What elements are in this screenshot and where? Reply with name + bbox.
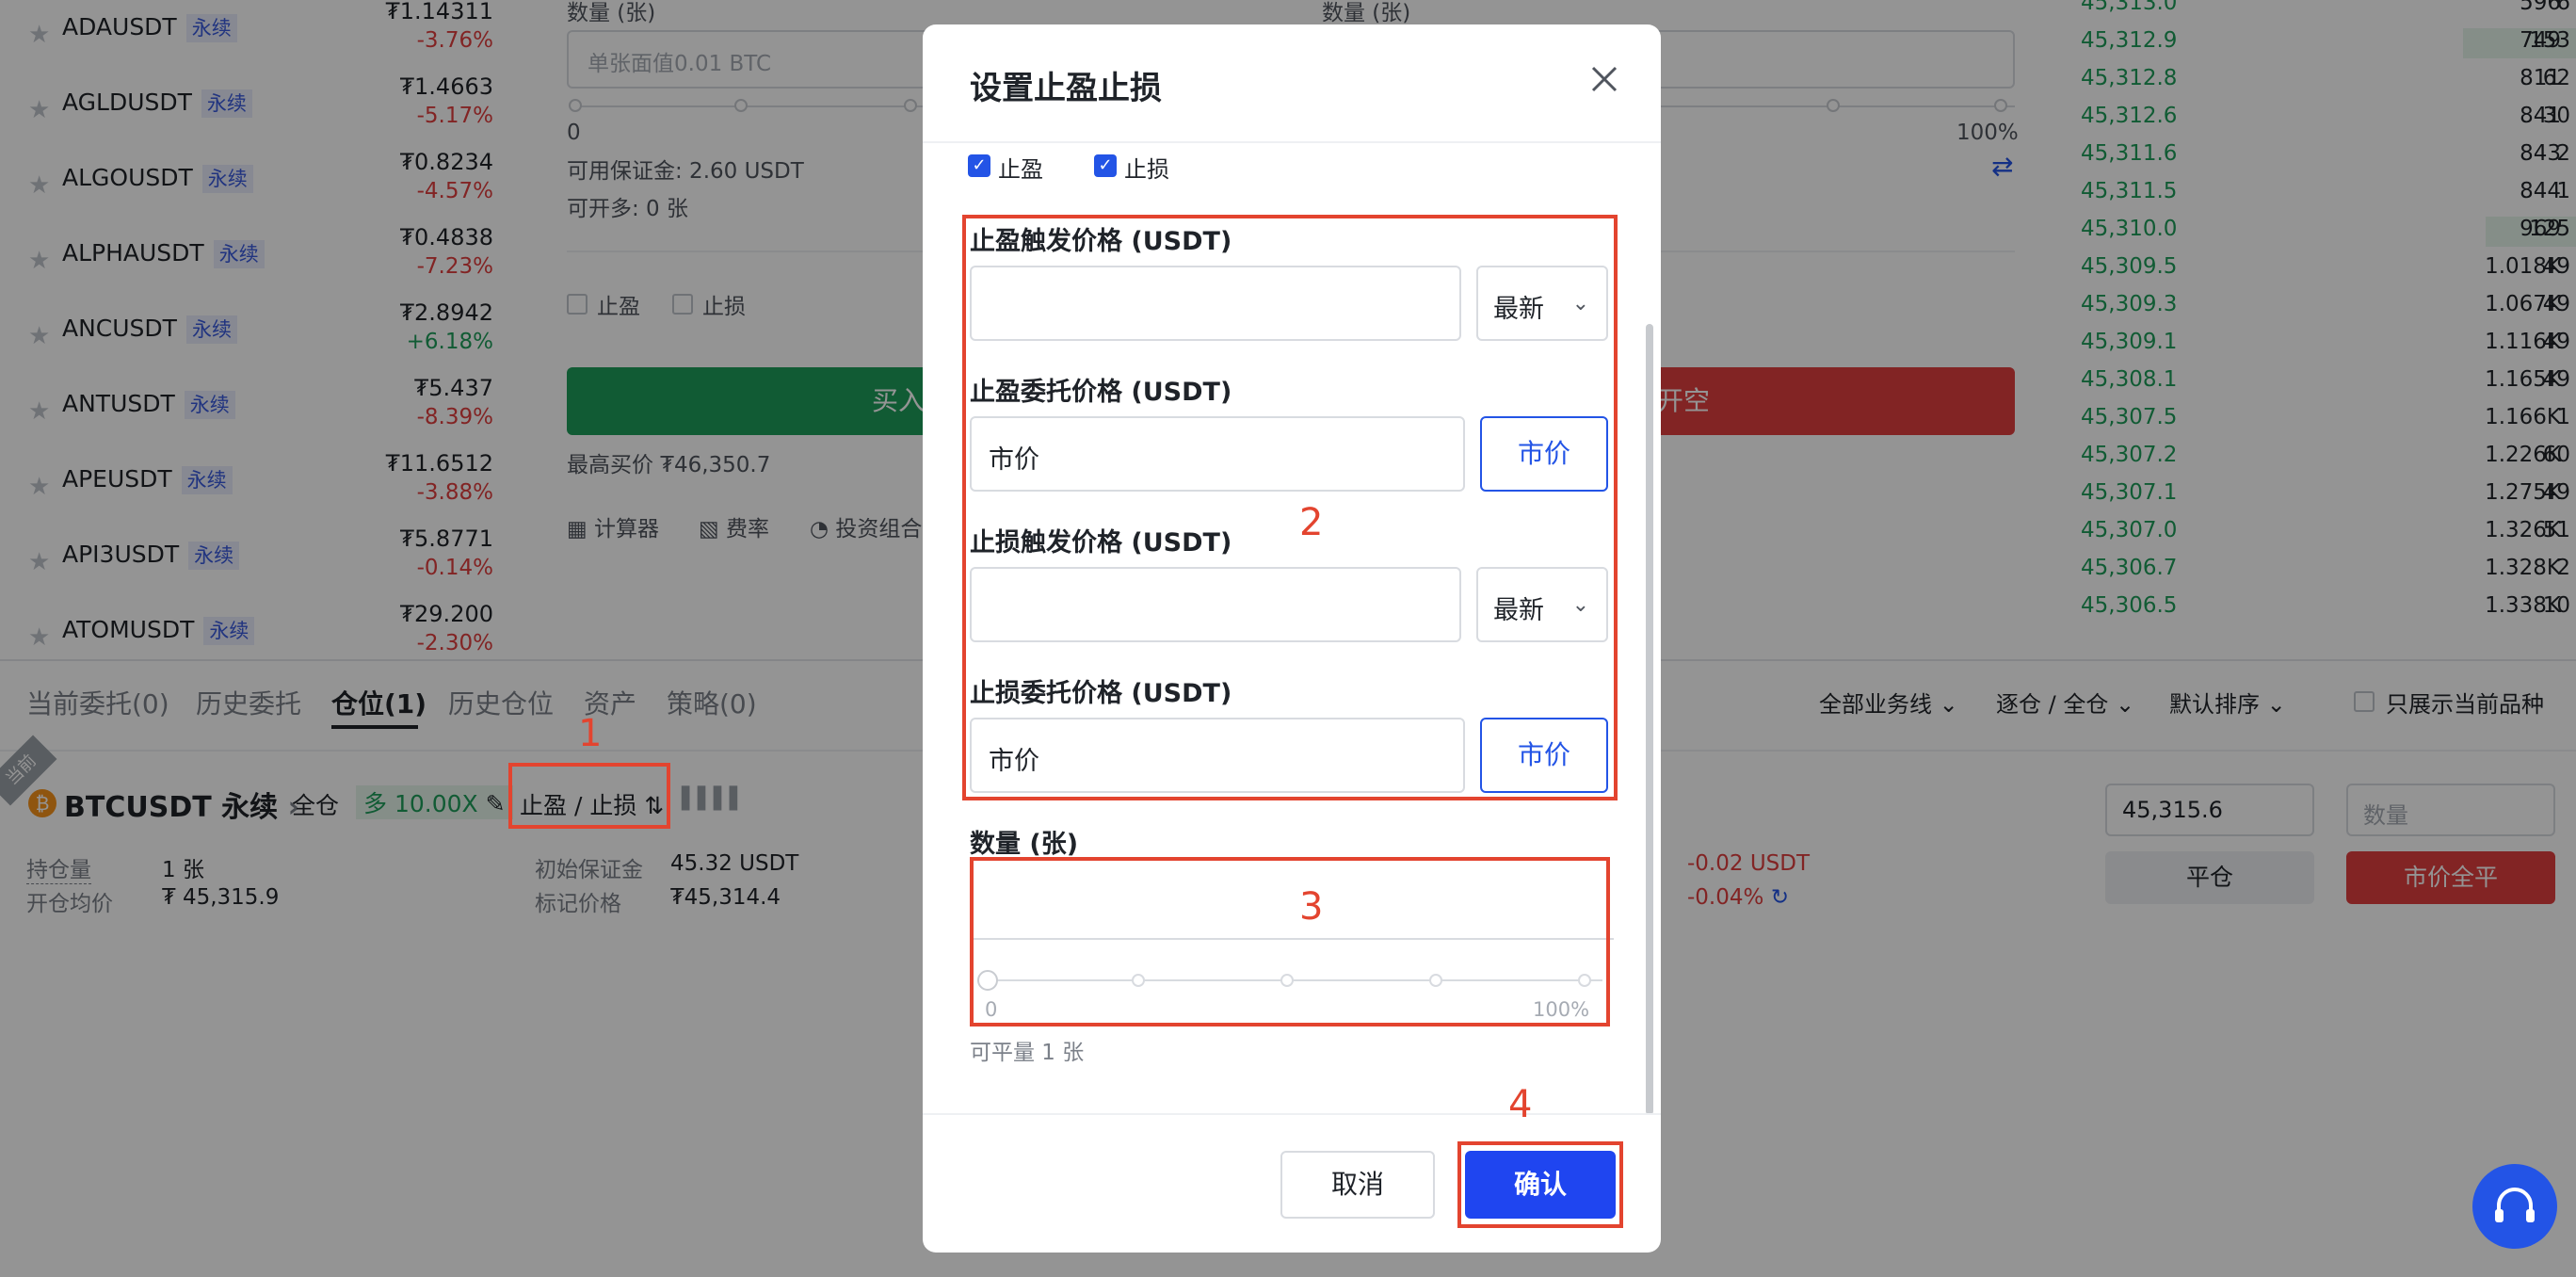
annotation-number-3: 3 bbox=[1299, 885, 1324, 929]
close-icon[interactable] bbox=[1586, 60, 1623, 98]
header-divider bbox=[923, 141, 1661, 143]
qty-label: 数量 (张) bbox=[970, 830, 1079, 859]
dialog-title: 设置止盈止损 bbox=[970, 70, 1162, 107]
annotation-box-1 bbox=[508, 763, 670, 829]
tp-sl-dialog: 设置止盈止损 ✓ 止盈 ✓ 止损 止盈触发价格 (USDT) 最新 ⌄ 止盈委托价… bbox=[923, 24, 1661, 1253]
annotation-number-1: 1 bbox=[578, 712, 603, 755]
cancel-button[interactable]: 取消 bbox=[1280, 1151, 1435, 1219]
tp-checkbox-checked[interactable]: ✓ bbox=[968, 154, 990, 177]
annotation-box-2 bbox=[962, 215, 1618, 800]
closable-qty: 可平量 1 张 bbox=[970, 1041, 1085, 1065]
modal-scrollbar[interactable] bbox=[1646, 324, 1653, 1115]
annotation-box-3 bbox=[970, 857, 1610, 1026]
customer-support-button[interactable] bbox=[2472, 1164, 2557, 1249]
tp-check-label: 止盈 bbox=[998, 156, 1043, 183]
annotation-box-4 bbox=[1457, 1141, 1623, 1228]
headset-icon bbox=[2495, 1188, 2535, 1222]
footer-divider bbox=[923, 1113, 1661, 1115]
sl-checkbox-checked[interactable]: ✓ bbox=[1094, 154, 1117, 177]
sl-check-label: 止损 bbox=[1124, 156, 1169, 183]
annotation-number-2: 2 bbox=[1299, 501, 1324, 544]
annotation-number-4: 4 bbox=[1508, 1083, 1533, 1126]
